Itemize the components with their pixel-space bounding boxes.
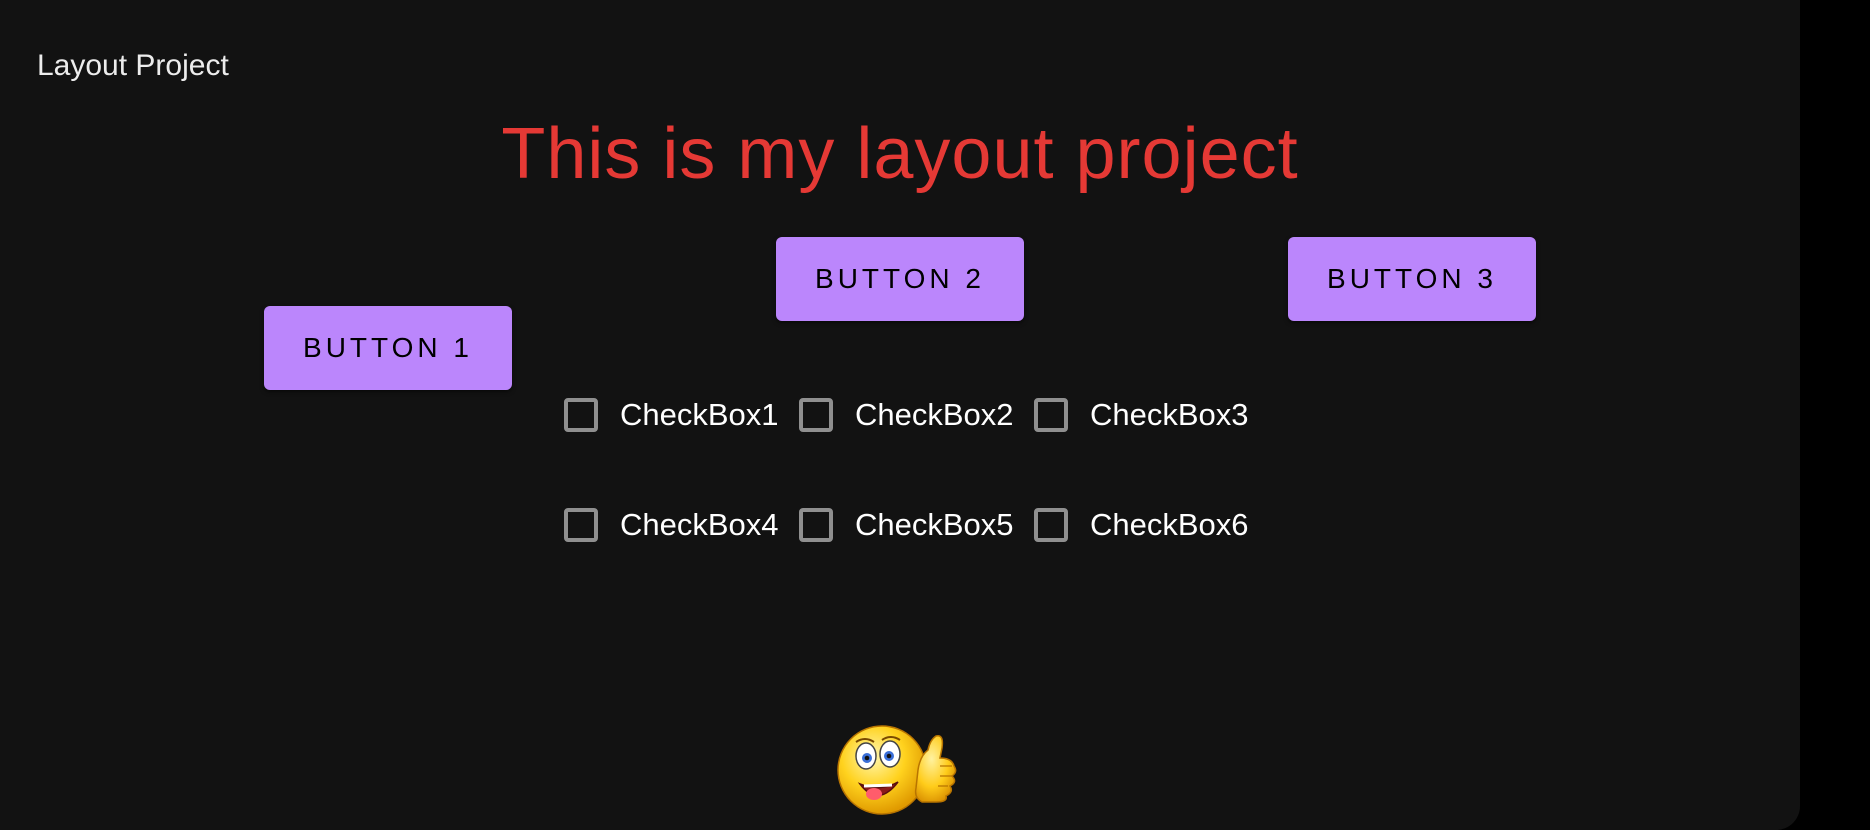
checkbox-2-box[interactable] xyxy=(799,398,833,432)
app-title: Layout Project xyxy=(37,49,229,82)
checkbox-3-label[interactable]: CheckBox3 xyxy=(1090,395,1249,435)
checkbox-4[interactable]: CheckBox4 xyxy=(564,500,779,550)
thumbs-up-smiley-icon xyxy=(837,725,957,815)
checkbox-6-box[interactable] xyxy=(1034,508,1068,542)
app-screen: Layout Project This is my layout project… xyxy=(0,0,1800,830)
checkbox-2[interactable]: CheckBox2 xyxy=(799,390,1014,440)
checkbox-5[interactable]: CheckBox5 xyxy=(799,500,1014,550)
checkbox-6[interactable]: CheckBox6 xyxy=(1034,500,1249,550)
checkbox-1-label[interactable]: CheckBox1 xyxy=(620,395,779,435)
checkbox-1-box[interactable] xyxy=(564,398,598,432)
checkbox-3-box[interactable] xyxy=(1034,398,1068,432)
button-2[interactable]: BUTTON 2 xyxy=(776,237,1024,321)
headline-text: This is my layout project xyxy=(501,114,1299,194)
checkbox-1[interactable]: CheckBox1 xyxy=(564,390,779,440)
checkbox-2-label[interactable]: CheckBox2 xyxy=(855,395,1014,435)
checkbox-3[interactable]: CheckBox3 xyxy=(1034,390,1249,440)
checkbox-5-box[interactable] xyxy=(799,508,833,542)
checkbox-4-box[interactable] xyxy=(564,508,598,542)
checkbox-5-label[interactable]: CheckBox5 xyxy=(855,505,1014,545)
button-3[interactable]: BUTTON 3 xyxy=(1288,237,1536,321)
button-1[interactable]: BUTTON 1 xyxy=(264,306,512,390)
checkbox-4-label[interactable]: CheckBox4 xyxy=(620,505,779,545)
checkbox-6-label[interactable]: CheckBox6 xyxy=(1090,505,1249,545)
